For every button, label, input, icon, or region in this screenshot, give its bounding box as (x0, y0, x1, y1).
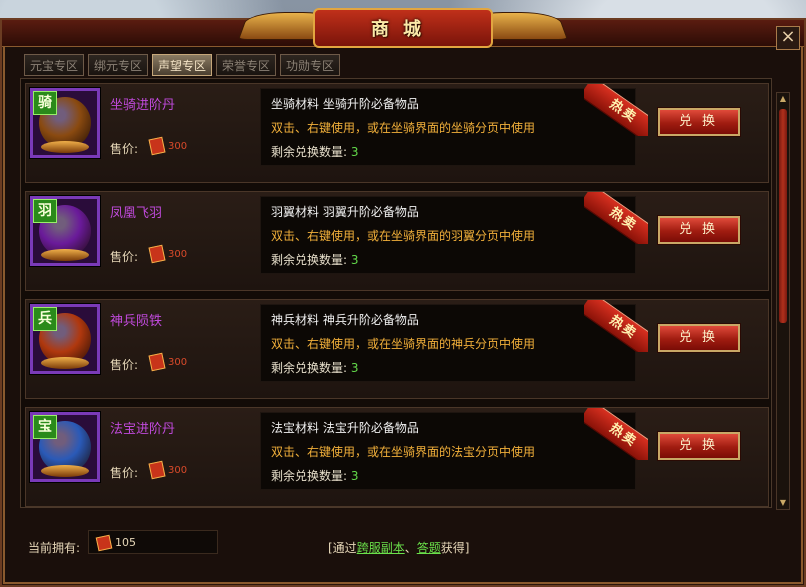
item-description: 法宝材料 法宝升阶必备物品 双击、右键使用，或在坐骑界面的法宝分页中使用 剩余兑… (260, 412, 636, 490)
remaining-count: 3 (350, 253, 359, 267)
price-value: 300 (168, 141, 188, 152)
tab-yuanbao[interactable]: 元宝专区 (24, 54, 84, 76)
scrollbar[interactable]: ▲ ▼ (776, 92, 790, 510)
item-description: 神兵材料 神兵升阶必备物品 双击、右键使用，或在坐骑界面的神兵分页中使用 剩余兑… (260, 304, 636, 382)
item-icon-frame[interactable]: 骑 (30, 88, 100, 158)
tab-merit[interactable]: 功勋专区 (280, 54, 340, 76)
remaining-count: 3 (350, 469, 359, 483)
reputation-token-icon (148, 352, 166, 372)
remaining-label: 剩余兑换数量: (271, 469, 348, 483)
item-category-badge: 宝 (33, 415, 57, 439)
item-description: 羽翼材料 羽翼升阶必备物品 双击、右键使用，或在坐骑界面的羽翼分页中使用 剩余兑… (260, 196, 636, 274)
item-name: 神兵陨铁 (110, 314, 163, 329)
orb-stand (41, 141, 89, 153)
hot-sale-label: 热卖 (584, 192, 648, 244)
tip-suffix: 获得] (440, 541, 470, 555)
hot-sale-label: 热卖 (584, 300, 648, 352)
remaining-count: 3 (350, 361, 359, 375)
hot-sale-ribbon: 热卖 (584, 408, 648, 460)
price-label: 售价: (110, 466, 139, 480)
item-category-badge: 骑 (33, 91, 57, 115)
shop-window: 商城 × 元宝专区 绑元专区 声望专区 荣誉专区 功勋专区 骑 坐骑进阶丹 售价… (0, 8, 806, 587)
orb-stand (41, 357, 89, 369)
price-label: 售价: (110, 250, 139, 264)
item-category-badge: 羽 (33, 199, 57, 223)
hot-sale-label: 热卖 (584, 84, 648, 136)
price-value: 300 (168, 465, 188, 476)
exchange-button[interactable]: 兑换 (658, 324, 740, 352)
tip-separator: 、 (404, 541, 417, 555)
price-label: 售价: (110, 142, 139, 156)
orb-stand (41, 465, 89, 477)
item-name: 法宝进阶丹 (110, 422, 176, 437)
scroll-down-icon[interactable]: ▼ (777, 497, 789, 509)
item-name: 凤凰飞羽 (110, 206, 163, 221)
quiz-link[interactable]: 答题 (417, 541, 441, 555)
tab-bar: 元宝专区 绑元专区 声望专区 荣誉专区 功勋专区 (24, 54, 340, 76)
item-list: 骑 坐骑进阶丹 售价: 300 坐骑材料 坐骑升阶必备物品 双击、右键使用，或在… (20, 78, 772, 508)
owned-value: 105 (115, 536, 136, 549)
desc-category: 羽翼材料 羽翼升阶必备物品 (271, 205, 419, 219)
item-description: 坐骑材料 坐骑升阶必备物品 双击、右键使用，或在坐骑界面的坐骑分页中使用 剩余兑… (260, 88, 636, 166)
desc-usage: 双击、右键使用，或在坐骑界面的法宝分页中使用 (271, 445, 536, 459)
shop-item-row: 兵 神兵陨铁 售价: 300 神兵材料 神兵升阶必备物品 双击、右键使用，或在坐… (25, 299, 769, 399)
desc-usage: 双击、右键使用，或在坐骑界面的坐骑分页中使用 (271, 121, 536, 135)
tip-prefix: [通过 (328, 541, 357, 555)
tab-bound-yuan[interactable]: 绑元专区 (88, 54, 148, 76)
remaining-label: 剩余兑换数量: (271, 253, 348, 267)
owned-box: 105 (88, 530, 218, 554)
reputation-token-icon (148, 460, 166, 480)
price-label: 售价: (110, 358, 139, 372)
footer-tip: [通过跨服副本、答题获得] (328, 539, 469, 556)
remaining-label: 剩余兑换数量: (271, 361, 348, 375)
shop-item-row: 宝 法宝进阶丹 售价: 300 法宝材料 法宝升阶必备物品 双击、右键使用，或在… (25, 407, 769, 507)
reputation-token-icon (148, 136, 166, 156)
title-plaque: 商城 (237, 4, 569, 50)
orb-stand (41, 249, 89, 261)
item-category-badge: 兵 (33, 307, 57, 331)
cross-server-dungeon-link[interactable]: 跨服副本 (357, 541, 405, 555)
exchange-button[interactable]: 兑换 (658, 432, 740, 460)
desc-usage: 双击、右键使用，或在坐骑界面的神兵分页中使用 (271, 337, 536, 351)
item-icon-frame[interactable]: 宝 (30, 412, 100, 482)
tab-honor[interactable]: 荣誉专区 (216, 54, 276, 76)
exchange-button[interactable]: 兑换 (658, 216, 740, 244)
shop-item-row: 骑 坐骑进阶丹 售价: 300 坐骑材料 坐骑升阶必备物品 双击、右键使用，或在… (25, 83, 769, 183)
desc-category: 神兵材料 神兵升阶必备物品 (271, 313, 419, 327)
scroll-up-icon[interactable]: ▲ (777, 93, 789, 105)
close-button[interactable]: × (776, 26, 800, 50)
price-value: 300 (168, 249, 188, 260)
item-icon-frame[interactable]: 羽 (30, 196, 100, 266)
desc-usage: 双击、右键使用，或在坐骑界面的羽翼分页中使用 (271, 229, 536, 243)
window-title: 商城 (371, 19, 435, 40)
desc-remaining: 剩余兑换数量: 3 (271, 359, 359, 376)
hot-sale-ribbon: 热卖 (584, 300, 648, 352)
tab-reputation[interactable]: 声望专区 (152, 54, 212, 76)
desc-remaining: 剩余兑换数量: 3 (271, 143, 359, 160)
desc-remaining: 剩余兑换数量: 3 (271, 467, 359, 484)
reputation-token-icon (95, 534, 113, 552)
item-icon-frame[interactable]: 兵 (30, 304, 100, 374)
price-value: 300 (168, 357, 188, 368)
remaining-count: 3 (350, 145, 359, 159)
hot-sale-ribbon: 热卖 (584, 84, 648, 136)
item-name: 坐骑进阶丹 (110, 98, 176, 113)
owned-label: 当前拥有: (28, 541, 81, 555)
desc-remaining: 剩余兑换数量: 3 (271, 251, 359, 268)
hot-sale-label: 热卖 (584, 408, 648, 460)
remaining-label: 剩余兑换数量: (271, 145, 348, 159)
exchange-button[interactable]: 兑换 (658, 108, 740, 136)
desc-category: 坐骑材料 坐骑升阶必备物品 (271, 97, 419, 111)
hot-sale-ribbon: 热卖 (584, 192, 648, 244)
title-banner: 商城 (313, 8, 493, 48)
scroll-thumb[interactable] (779, 109, 787, 323)
shop-item-row: 羽 凤凰飞羽 售价: 300 羽翼材料 羽翼升阶必备物品 双击、右键使用，或在坐… (25, 191, 769, 291)
desc-category: 法宝材料 法宝升阶必备物品 (271, 421, 419, 435)
reputation-token-icon (148, 244, 166, 264)
